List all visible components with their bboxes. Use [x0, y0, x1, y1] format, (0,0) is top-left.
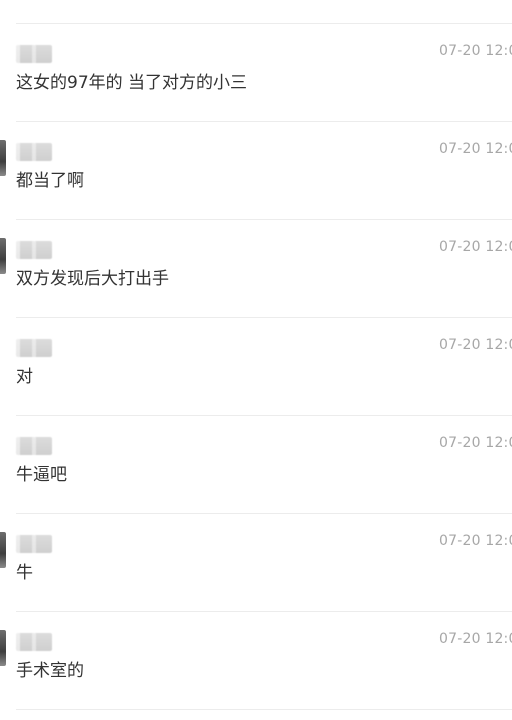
comment-text: 对	[16, 367, 33, 387]
avatar[interactable]	[0, 532, 6, 568]
comment-list: 07-20 12:03 这女的97年的 当了对方的小三 07-20 12:03 …	[0, 0, 512, 720]
author-name-blurred[interactable]	[16, 633, 52, 651]
comment-time: 07-20 12:03	[439, 141, 512, 157]
comment-text: 这女的97年的 当了对方的小三	[16, 73, 248, 93]
comment-text: 双方发现后大打出手	[16, 269, 169, 289]
comment-item[interactable]: 07-20 12:03 牛	[0, 514, 512, 612]
author-name-blurred[interactable]	[16, 241, 52, 259]
avatar[interactable]	[0, 238, 6, 274]
comment-text: 手术室的	[16, 661, 84, 681]
comment-text: 牛	[16, 563, 33, 583]
avatar[interactable]	[0, 630, 6, 666]
comment-item[interactable]: 07-20 12:03 对	[0, 318, 512, 416]
author-name-blurred[interactable]	[16, 45, 52, 63]
comment-item[interactable]: 07-20 12:03 都当了啊	[0, 122, 512, 220]
comment-time: 07-20 12:03	[439, 43, 512, 59]
comment-item[interactable]: 07-20 12:03 牛逼吧	[0, 416, 512, 514]
author-name-blurred[interactable]	[16, 535, 52, 553]
author-name-blurred[interactable]	[16, 143, 52, 161]
divider	[16, 709, 512, 710]
avatar[interactable]	[0, 140, 6, 176]
comment-text: 都当了啊	[16, 171, 84, 191]
comment-time: 07-20 12:03	[439, 533, 512, 549]
comment-time: 07-20 12:03	[439, 435, 512, 451]
author-name-blurred[interactable]	[16, 339, 52, 357]
comment-item[interactable]: 07-20 12:03 双方发现后大打出手	[0, 220, 512, 318]
comment-time: 07-20 12:03	[439, 239, 512, 255]
comment-time: 07-20 12:03	[439, 631, 512, 647]
comment-item[interactable]: 07-20 12:03 手术室的	[0, 612, 512, 710]
comment-text: 牛逼吧	[16, 465, 67, 485]
comment-item[interactable]: 07-20 12:03 这女的97年的 当了对方的小三	[0, 24, 512, 122]
author-name-blurred[interactable]	[16, 437, 52, 455]
comment-time: 07-20 12:03	[439, 337, 512, 353]
